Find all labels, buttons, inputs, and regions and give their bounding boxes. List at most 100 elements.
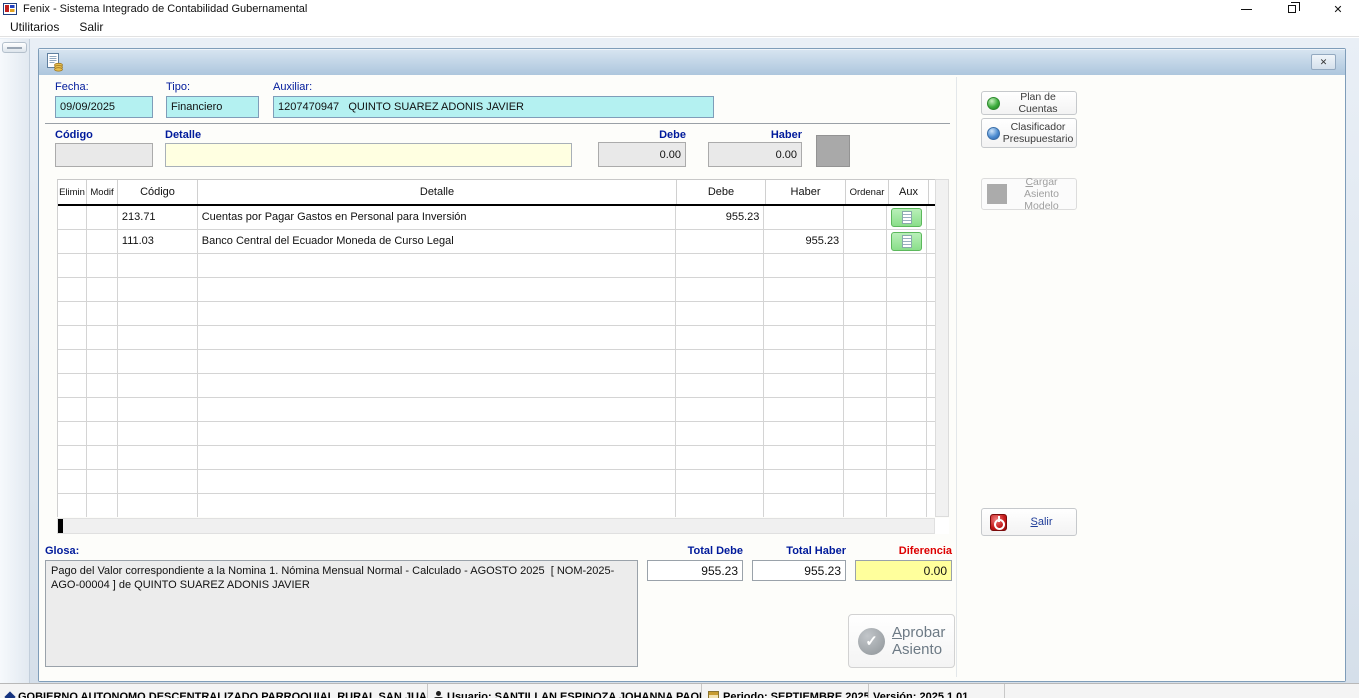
cell-ordenar <box>844 446 887 469</box>
entries-table[interactable]: Elimin Modif Código Detalle Debe Haber O… <box>57 179 935 517</box>
cell-haber <box>764 326 844 349</box>
cell-filler <box>927 494 935 517</box>
salir-button[interactable]: Salir <box>981 508 1077 536</box>
entity-text: GOBIERNO AUTONOMO DESCENTRALIZADO PARROQ… <box>18 691 428 698</box>
cell-codigo <box>118 446 198 469</box>
horizontal-scrollbar[interactable] <box>57 518 935 534</box>
cell-haber <box>764 278 844 301</box>
cell-filler <box>927 422 935 445</box>
salir-label: Salir <box>1007 516 1076 528</box>
codigo-input[interactable] <box>55 143 153 167</box>
plan-de-cuentas-button[interactable]: Plan de Cuentas <box>981 91 1077 115</box>
scrollbar-corner <box>935 518 949 534</box>
cell-detalle <box>198 326 676 349</box>
table-row-empty[interactable] <box>58 254 935 278</box>
table-row-empty[interactable] <box>58 494 935 517</box>
fecha-label: Fecha: <box>55 81 89 93</box>
header-elimin: Elimin <box>58 180 87 204</box>
cell-detalle <box>198 494 676 517</box>
cell-debe <box>676 446 765 469</box>
cell-debe <box>676 230 765 253</box>
gray-square-button[interactable] <box>816 135 850 167</box>
cell-ordenar <box>844 494 887 517</box>
cell-codigo <box>118 326 198 349</box>
total-haber-value <box>752 560 846 581</box>
cell-haber <box>764 254 844 277</box>
table-row-empty[interactable] <box>58 422 935 446</box>
cell-filler <box>927 278 935 301</box>
table-row-empty[interactable] <box>58 326 935 350</box>
table-row-empty[interactable] <box>58 302 935 326</box>
entries-table-rows: 213.71Cuentas por Pagar Gastos en Person… <box>58 206 935 517</box>
cargar-asiento-modelo-button[interactable]: Cargar Asiento Modelo <box>981 178 1077 210</box>
clasificador-presupuestario-button[interactable]: Clasificador Presupuestario <box>981 118 1077 148</box>
table-row-empty[interactable] <box>58 398 935 422</box>
cell-haber <box>764 422 844 445</box>
app-window: Fenix - Sistema Integrado de Contabilida… <box>0 0 1359 698</box>
glosa-textarea[interactable]: Pago del Valor correspondiente a la Nomi… <box>45 560 638 667</box>
close-button[interactable] <box>1323 0 1353 18</box>
status-periodo: Periodo: SEPTIEMBRE 2025 <box>702 684 869 698</box>
clasificador-presupuestario-label: Clasificador Presupuestario <box>1000 121 1076 145</box>
table-row[interactable]: 213.71Cuentas por Pagar Gastos en Person… <box>58 206 935 230</box>
menu-salir[interactable]: Salir <box>69 18 113 37</box>
cell-debe <box>676 254 765 277</box>
minimize-button[interactable] <box>1231 0 1261 18</box>
debe-label: Debe <box>598 129 686 141</box>
vertical-scrollbar[interactable] <box>935 179 949 517</box>
aux-button[interactable] <box>891 208 922 227</box>
table-row[interactable]: 111.03Banco Central del Ecuador Moneda d… <box>58 230 935 254</box>
child-close-button[interactable] <box>1311 54 1336 70</box>
h-scroll-thumb[interactable] <box>58 519 63 533</box>
table-row-empty[interactable] <box>58 350 935 374</box>
aprobar-asiento-button[interactable]: Aprobar Asiento <box>848 614 955 668</box>
cell-ordenar <box>844 206 887 229</box>
cell-detalle <box>198 422 676 445</box>
minimize-icon <box>1241 9 1252 10</box>
cell-elimin <box>58 446 87 469</box>
table-row-empty[interactable] <box>58 278 935 302</box>
tipo-input[interactable] <box>166 96 259 118</box>
haber-input[interactable] <box>708 142 802 167</box>
cell-codigo <box>118 350 198 373</box>
table-row-empty[interactable] <box>58 446 935 470</box>
cell-elimin <box>58 230 87 253</box>
menu-utilitarios[interactable]: Utilitarios <box>0 18 69 37</box>
toolbar-grip[interactable] <box>2 42 27 53</box>
table-row-empty[interactable] <box>58 374 935 398</box>
status-entity: GOBIERNO AUTONOMO DESCENTRALIZADO PARROQ… <box>0 684 428 698</box>
total-haber-label: Total Haber <box>752 545 846 557</box>
detalle-input[interactable] <box>165 143 572 167</box>
cell-modif <box>87 470 118 493</box>
cell-elimin <box>58 302 87 325</box>
cargar-asiento-modelo-label: Cargar Asiento Modelo <box>1007 176 1076 212</box>
restore-button[interactable] <box>1277 0 1307 18</box>
cell-codigo <box>118 494 198 517</box>
cell-debe <box>676 278 765 301</box>
journal-content: Fecha: Tipo: Auxiliar: Código Detalle De… <box>39 75 1345 681</box>
app-icon <box>3 2 18 16</box>
auxiliar-input[interactable] <box>273 96 714 118</box>
haber-label: Haber <box>708 129 802 141</box>
header-debe: Debe <box>677 180 766 204</box>
fecha-input[interactable] <box>55 96 153 118</box>
cell-haber <box>764 470 844 493</box>
table-row-empty[interactable] <box>58 470 935 494</box>
cell-aux <box>887 398 927 421</box>
cell-ordenar <box>844 470 887 493</box>
cell-modif <box>87 326 118 349</box>
debe-input[interactable] <box>598 142 686 167</box>
cell-modif <box>87 254 118 277</box>
cell-modif <box>87 278 118 301</box>
aprobar-asiento-label: Aprobar Asiento <box>885 624 954 658</box>
version-text: Versión: 2025.1.01 <box>873 691 968 698</box>
cell-elimin <box>58 278 87 301</box>
cell-aux <box>887 254 927 277</box>
cell-filler <box>927 470 935 493</box>
aux-button[interactable] <box>891 232 922 251</box>
cell-elimin <box>58 206 87 229</box>
total-debe-value <box>647 560 743 581</box>
user-icon <box>434 691 443 698</box>
cell-ordenar <box>844 350 887 373</box>
cell-debe <box>676 302 765 325</box>
